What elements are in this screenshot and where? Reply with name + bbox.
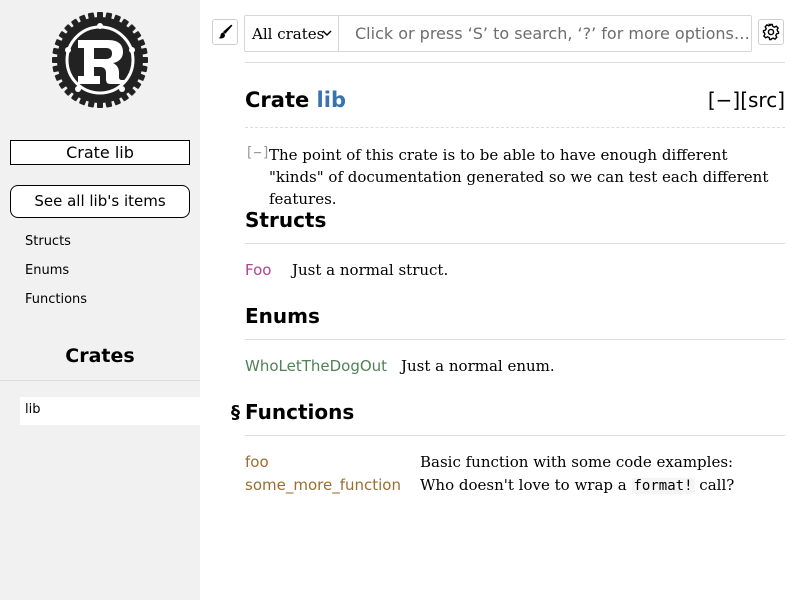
struct-link[interactable]: Foo [245,261,271,279]
src-link[interactable]: [src] [740,88,785,112]
search-bar: All crates [212,15,785,53]
function-link-some-more-function[interactable]: some_more_function [245,476,401,494]
search-form: All crates [244,15,752,52]
divider [245,62,785,63]
crates-heading: Crates [65,345,135,367]
section-heading-structs[interactable]: Structs [245,208,326,232]
section-heading-functions[interactable]: Functions [245,400,354,424]
crate-name-link[interactable]: lib [317,88,346,112]
collapse-all-toggle[interactable]: [−] [708,88,740,112]
sidebar-item-functions[interactable]: Functions [25,290,87,319]
divider [245,127,785,128]
page-title: Crate lib [245,88,346,112]
function-link-foo[interactable]: foo [245,453,269,471]
out-of-band-links: [−][src] [708,88,785,112]
divider [245,243,785,244]
crate-docblock: The point of this crate is to be able to… [269,146,769,208]
crate-title: Crate lib [10,140,190,165]
gear-icon [762,23,780,41]
see-all-items-button[interactable]: See all lib's items [10,185,190,218]
description-text: Who doesn't love to wrap a [420,476,627,494]
function-description: Basic function with some code examples: [420,453,734,471]
sidebar-item-structs[interactable]: Structs [25,232,87,261]
enum-description: Just a normal enum. [401,357,555,375]
sidebar-item-enums[interactable]: Enums [25,261,87,290]
page-title-prefix: Crate [245,88,310,112]
function-description: Who doesn't love to wrap a format! call? [420,476,734,494]
struct-description: Just a normal struct. [292,261,449,279]
brush-icon [218,24,233,39]
divider [245,435,785,436]
section-anchor[interactable]: § [231,402,240,423]
theme-picker-button[interactable] [212,19,238,45]
doc-collapse-toggle[interactable]: [−] [245,145,270,161]
description-text: call? [699,476,735,494]
crate-list-item[interactable]: lib [20,397,200,425]
chevron-down-icon [322,30,332,36]
inline-code: format! [631,478,695,494]
section-heading-enums[interactable]: Enums [245,304,320,328]
search-input[interactable] [340,16,751,51]
crate-select-value: All crates [252,25,325,43]
enum-link[interactable]: WhoLetTheDogOut [245,357,387,375]
rust-logo[interactable] [50,10,150,110]
divider [0,380,200,381]
sidebar: Crate lib See all lib's items Structs En… [0,0,200,600]
settings-button[interactable] [758,19,784,45]
divider [245,339,785,340]
sidebar-section-links: Structs Enums Functions [25,232,87,319]
crate-search-select[interactable]: All crates [245,16,339,51]
